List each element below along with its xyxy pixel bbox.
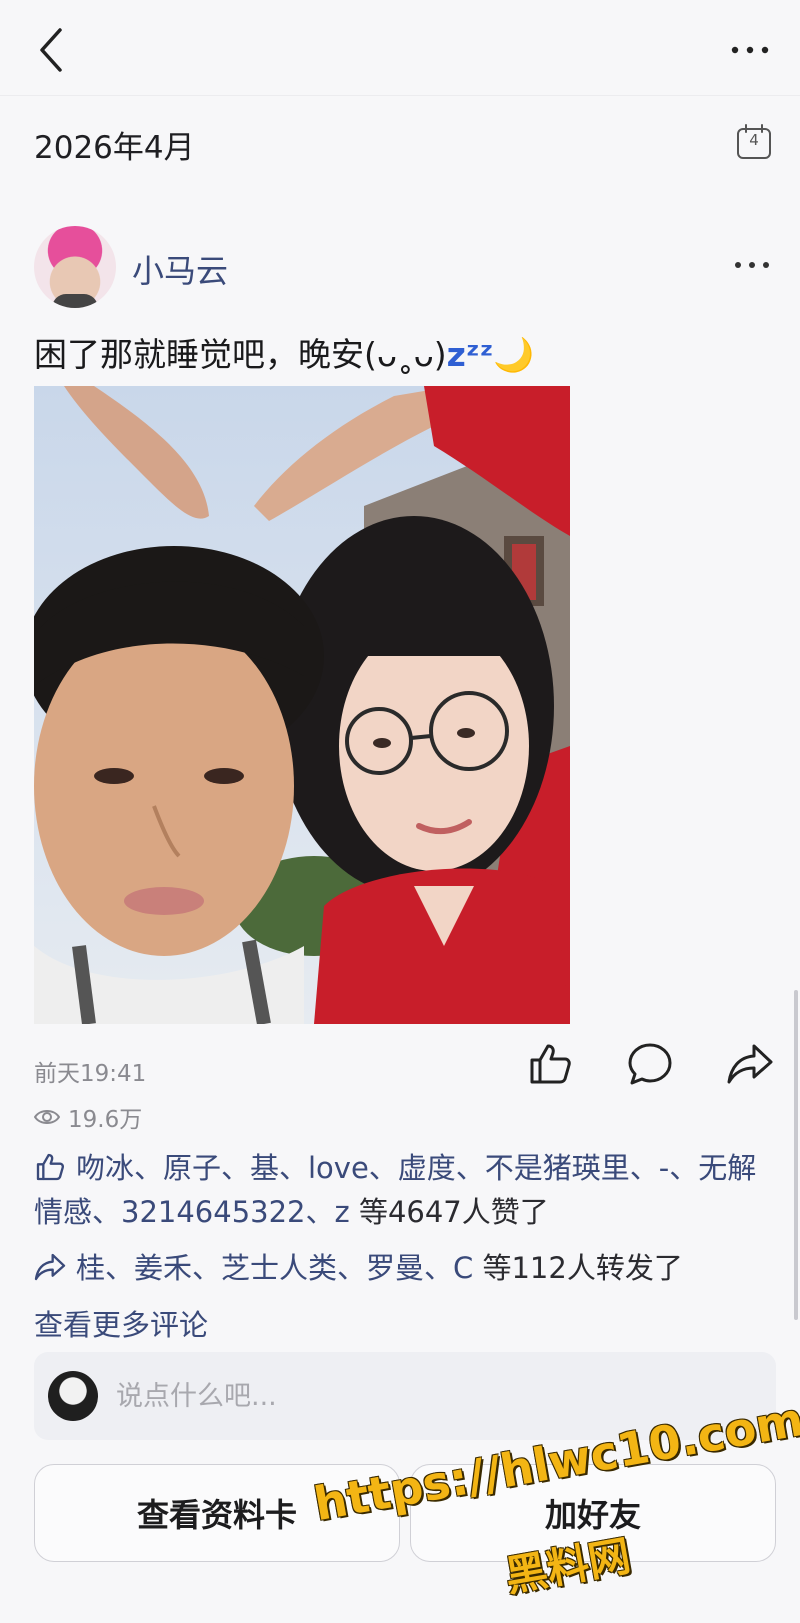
- post-more-icon[interactable]: [734, 258, 770, 272]
- shares-names[interactable]: 桂、姜禾、芝士人类、罗曼、C: [76, 1251, 473, 1285]
- moon-emoji: 🌙: [493, 335, 535, 374]
- likes-row[interactable]: 吻冰、原子、基、love、虚度、不是猪瑛里、-、无解情感、3214645322、…: [34, 1146, 774, 1234]
- more-horizontal-icon[interactable]: [730, 42, 770, 58]
- chevron-left-icon[interactable]: [36, 26, 66, 74]
- post-text-body: 困了那就睡觉吧，晚安(ᴗ˳ᴗ): [34, 335, 447, 374]
- thumbs-up-icon[interactable]: [526, 1040, 574, 1088]
- shares-arrow-icon: [34, 1253, 66, 1281]
- add-friend-button[interactable]: 加好友: [410, 1464, 776, 1562]
- views-count: 19.6万: [68, 1107, 143, 1133]
- post-text: 困了那就睡觉吧，晚安(ᴗ˳ᴗ)zᶻᶻ🌙: [34, 328, 535, 376]
- post-timestamp: 前天19:41: [34, 1061, 147, 1087]
- top-bar: [0, 0, 800, 96]
- comment-bubble-icon[interactable]: [626, 1040, 674, 1088]
- scrollbar[interactable]: [794, 990, 798, 1320]
- shares-count-text: 等112人转发了: [473, 1251, 683, 1285]
- calendar-day-number: 4: [749, 131, 759, 149]
- comment-box[interactable]: [34, 1352, 776, 1440]
- likes-thumbs-up-icon: [36, 1153, 64, 1181]
- post-photo[interactable]: [34, 386, 570, 1024]
- photo-illustration: [34, 386, 570, 1024]
- more-comments-link[interactable]: 查看更多评论: [34, 1302, 208, 1344]
- current-user-avatar: [48, 1371, 98, 1421]
- username[interactable]: 小马云: [132, 246, 228, 292]
- comment-input[interactable]: [116, 1380, 716, 1412]
- view-profile-card-button[interactable]: 查看资料卡: [34, 1464, 400, 1562]
- views-row: 19.6万: [34, 1100, 142, 1134]
- post-text-zzz: zᶻᶻ: [446, 335, 494, 374]
- likes-count-text: 等4647人赞了: [349, 1195, 549, 1229]
- shares-row[interactable]: 桂、姜禾、芝士人类、罗曼、C 等112人转发了: [34, 1246, 774, 1290]
- eye-icon: [34, 1110, 60, 1124]
- share-arrow-icon[interactable]: [726, 1040, 774, 1088]
- month-label: 2026年4月: [34, 130, 195, 166]
- avatar[interactable]: [34, 226, 116, 308]
